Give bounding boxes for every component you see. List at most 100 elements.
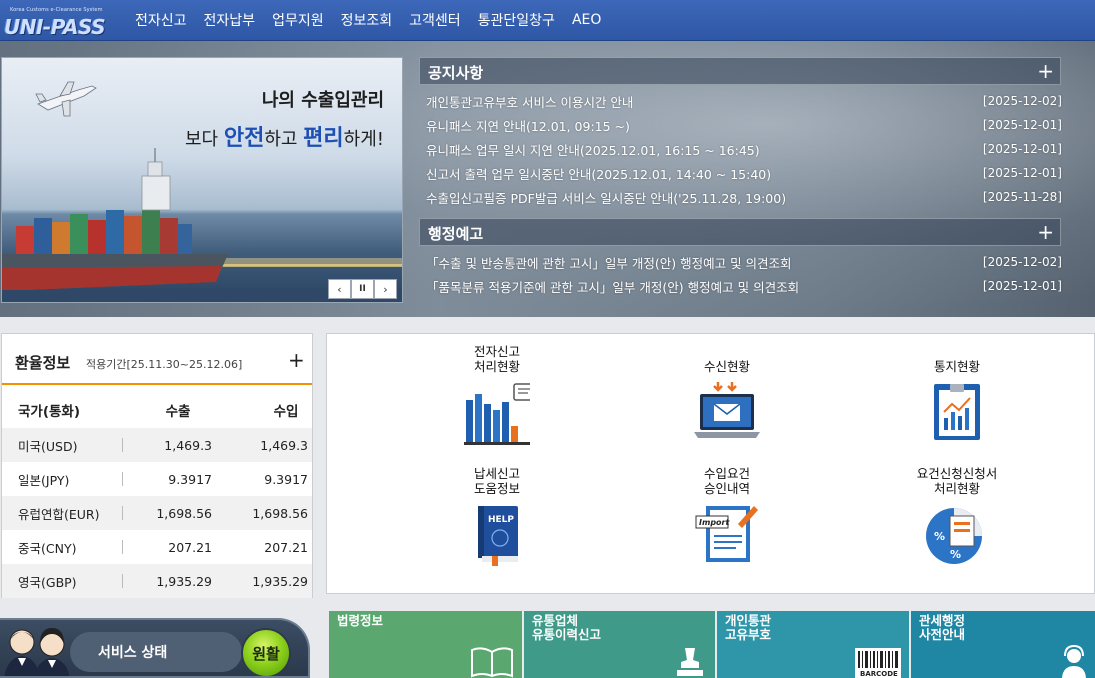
exchange-export: 1,935.29 <box>156 573 212 589</box>
quick-label-line2: 승인내역 <box>703 481 750 496</box>
menu-info-inquiry[interactable]: 정보조회 <box>341 10 393 30</box>
admin-notice-item[interactable]: 「품목분류 적용기준에 관한 고시」일부 개정(안) 행정예고 및 의견조회 [… <box>426 275 1062 297</box>
import-document-icon: Import <box>695 506 758 562</box>
exchange-export: 1,698.56 <box>156 505 212 521</box>
tile-label-line1: 관세행정 <box>919 613 966 628</box>
quick-label-line2: 처리현황 <box>473 359 520 374</box>
admin-notice-item-title[interactable]: 「수출 및 반송통관에 관한 고시」일부 개정(안) 행정예고 및 의견조회 <box>426 253 792 272</box>
notice-item-title[interactable]: 수출입신고필증 PDF발급 서비스 일시중단 안내('25.11.28, 19:… <box>426 188 786 207</box>
admin-notice-item-date: [2025-12-01] <box>982 279 1062 293</box>
exchange-country: 중국(CNY) <box>18 540 77 556</box>
notice-item-date: [2025-11-28] <box>982 190 1062 204</box>
exchange-import: 1,935.29 <box>252 573 308 589</box>
quick-label-line1: 납세신고 <box>473 466 520 481</box>
notice-item-date: [2025-12-01] <box>982 166 1062 180</box>
notice-item-date: [2025-12-01] <box>982 142 1062 156</box>
exchange-country: 일본(JPY) <box>18 472 70 488</box>
quick-requirement-application[interactable]: 요건신청신청서 처리현황 % % <box>857 464 1057 572</box>
headset-icon <box>1062 644 1086 678</box>
tile-label-line1: 법령정보 <box>337 613 384 628</box>
exchange-row: 유럽연합(EUR) 1,698.56 1,698.56 <box>2 496 312 530</box>
quick-edeclaration-status[interactable]: 전자신고 처리현황 <box>397 342 597 450</box>
tile-label-line2: 유통이력신고 <box>532 627 602 642</box>
admin-notice-item-title[interactable]: 「품목분류 적용기준에 관한 고시」일부 개정(안) 행정예고 및 의견조회 <box>426 277 799 296</box>
exchange-row: 미국(USD) 1,469.3 1,469.3 <box>2 428 312 462</box>
notice-item-title[interactable]: 유니패스 지연 안내(12.01, 09:15 ~) <box>426 116 630 135</box>
quick-label-line2: 수신현황 <box>703 359 750 374</box>
notice-item[interactable]: 수출입신고필증 PDF발급 서비스 일시중단 안내('25.11.28, 19:… <box>426 186 1062 208</box>
barcode-icon: BARCODE <box>855 648 901 678</box>
banner-headline: 나의 수출입관리 <box>261 90 384 111</box>
notice-item[interactable]: 유니패스 지연 안내(12.01, 09:15 ~) [2025-12-01] <box>426 114 1062 136</box>
main-banner[interactable]: 나의 수출입관리 보다 안전하고 편리하게! ‹ II › <box>1 57 403 303</box>
notice-item-date: [2025-12-01] <box>982 118 1062 132</box>
unipass-logo[interactable]: Korea Customs e-Clearance System UNI-PAS… <box>4 4 106 39</box>
notice-item-title[interactable]: 유니패스 업무 일시 지연 안내(2025.12.01, 16:15 ~ 16:… <box>426 140 760 159</box>
tile-label-line1: 개인통관 <box>725 613 772 628</box>
tile-law-info[interactable]: 법령정보 <box>329 611 522 678</box>
banner-sub-safe: 안전 <box>223 126 265 151</box>
notice-item[interactable]: 신고서 출력 업무 일시중단 안내(2025.12.01, 14:40 ~ 15… <box>426 162 1062 184</box>
quick-import-approval[interactable]: 수입요건 승인내역 Import <box>627 464 827 572</box>
notice-item-title[interactable]: 신고서 출력 업무 일시중단 안내(2025.12.01, 14:40 ~ 15… <box>426 164 771 183</box>
tile-personal-customs-code[interactable]: 개인통관 고유부호 BARCODE <box>717 611 909 678</box>
top-navigation-bar: Korea Customs e-Clearance System UNI-PAS… <box>0 0 1095 41</box>
stamp-icon <box>677 648 703 676</box>
tile-label-line2: 사전안내 <box>919 627 966 642</box>
svg-text:%: % <box>950 548 961 561</box>
quick-label-line1: 요건신청신청서 <box>916 466 998 481</box>
notice-header: 공지사항 + <box>419 57 1061 85</box>
banner-pause-button[interactable]: II <box>351 279 374 299</box>
exchange-country: 영국(GBP) <box>18 574 77 590</box>
exchange-import: 207.21 <box>264 539 308 555</box>
tile-distribution-report[interactable]: 유통업체 유통이력신고 <box>524 611 715 678</box>
menu-electronic-declaration[interactable]: 전자신고 <box>135 10 187 30</box>
exchange-export: 207.21 <box>168 539 212 555</box>
menu-customer-center[interactable]: 고객센터 <box>409 10 461 30</box>
quick-label-line2: 통지현황 <box>933 359 980 374</box>
menu-electronic-payment[interactable]: 전자납부 <box>204 10 256 30</box>
exchange-import: 1,469.3 <box>260 437 308 453</box>
col-export: 수출 <box>165 404 191 420</box>
import-icon-text: Import <box>699 518 730 527</box>
quick-label-line1: 전자신고 <box>473 344 520 359</box>
notice-item-title[interactable]: 개인통관고유부호 서비스 이용시간 안내 <box>426 92 633 111</box>
menu-work-support[interactable]: 업무지원 <box>272 10 324 30</box>
quick-tax-help[interactable]: 납세신고 도움정보 HELP <box>397 464 597 572</box>
banner-subheadline: 보다 안전하고 편리하게! <box>2 120 384 152</box>
logo-tagline: Korea Customs e-Clearance System <box>10 7 103 13</box>
exchange-import: 9.3917 <box>264 471 308 487</box>
exchange-row: 중국(CNY) 207.21 207.21 <box>2 530 312 564</box>
exchange-row: 영국(GBP) 1,935.29 1,935.29 <box>2 564 312 598</box>
exchange-table-header: 국가(통화) 수출 수입 <box>2 393 312 427</box>
col-country: 국가(통화) <box>18 404 81 420</box>
tile-customs-advance-guide[interactable]: 관세행정 사전안내 <box>911 611 1095 678</box>
tile-label-line1: 유통업체 <box>532 613 579 628</box>
notice-item-date: [2025-12-02] <box>982 94 1062 108</box>
barcode-badge-text: BARCODE <box>860 670 898 678</box>
notice-item[interactable]: 유니패스 업무 일시 지연 안내(2025.12.01, 16:15 ~ 16:… <box>426 138 1062 160</box>
exchange-rate-more-button[interactable]: + <box>288 348 305 372</box>
banner-sub-mid: 하고 <box>264 129 304 150</box>
menu-single-window[interactable]: 통관단일창구 <box>478 10 555 30</box>
book-icon <box>471 647 513 678</box>
banner-sub-post: 하게! <box>343 129 384 150</box>
admin-notice-item[interactable]: 「수출 및 반송통관에 관한 고시」일부 개정(안) 행정예고 및 의견조회 [… <box>426 251 1062 273</box>
notice-item[interactable]: 개인통관고유부호 서비스 이용시간 안내 [2025-12-02] <box>426 90 1062 112</box>
banner-prev-button[interactable]: ‹ <box>328 279 351 299</box>
quick-label-line1: 수입요건 <box>703 466 750 481</box>
notice-more-button[interactable]: + <box>1037 59 1054 83</box>
quick-notice-status[interactable]: 통지현황 <box>857 342 1057 450</box>
laptop-mail-icon <box>694 382 760 438</box>
quick-label-line2: 처리현황 <box>933 481 980 496</box>
banner-next-button[interactable]: › <box>374 279 397 299</box>
help-icon-text: HELP <box>488 515 514 525</box>
exchange-rate-panel: 환율정보 적용기간[25.11.30~25.12.06] + 국가(통화) 수출… <box>1 333 313 598</box>
quick-receipt-status[interactable]: 수신현황 <box>627 342 827 450</box>
menu-aeo[interactable]: AEO <box>572 12 601 28</box>
exchange-export: 9.3917 <box>168 471 212 487</box>
admin-notice-more-button[interactable]: + <box>1037 220 1054 244</box>
notice-title: 공지사항 <box>428 64 484 82</box>
staff-characters-icon <box>4 628 70 676</box>
report-chart-icon <box>934 384 980 440</box>
